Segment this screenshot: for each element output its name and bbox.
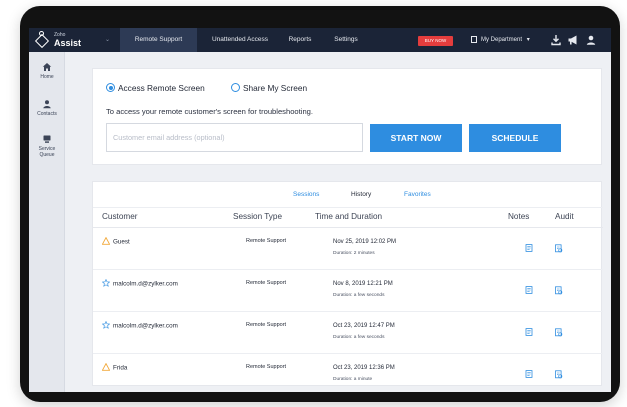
session-duration: Duration: a minute [333,377,373,382]
table-row[interactable]: Frida Remote Support Oct 23, 2019 12:36 … [93,354,603,392]
radio-access-remote-screen[interactable]: Access Remote Screen [106,82,205,94]
customer-cell: malcolm.d@zylker.com [102,321,178,330]
radio-share-my-screen[interactable]: Share My Screen [231,82,307,94]
sidebar-item-label: Contacts [37,111,57,117]
column-header-audit: Audit [555,212,574,221]
table-row[interactable]: Guest Remote Support Nov 25, 2019 12:02 … [93,228,603,270]
notes-icon[interactable] [525,328,533,336]
session-time: Nov 8, 2019 12:21 PM [333,281,393,287]
audit-icon[interactable] [554,286,563,295]
queue-icon [43,135,51,143]
buy-now-button[interactable]: BUY NOW [418,36,453,46]
chevron-down-icon[interactable]: ⌄ [105,36,110,43]
audit-icon[interactable] [554,370,563,379]
tab-history[interactable]: History [351,191,371,198]
app-screen: Zoho Assist ⌄ Remote Support Unattended … [29,28,611,392]
contacts-icon [43,100,51,109]
start-now-button[interactable]: START NOW [370,124,462,152]
sidebar-item-contacts[interactable]: Contacts [29,99,65,117]
customer-cell: Guest [102,237,130,246]
session-history-card: Sessions History Favorites Customer Sess… [92,181,603,386]
sidebar-item-label: Service Queue [38,146,56,158]
building-icon [471,35,477,43]
device-frame: Zoho Assist ⌄ Remote Support Unattended … [20,6,620,402]
tab-sessions[interactable]: Sessions [293,191,319,198]
customer-name: Guest [113,238,130,246]
star-icon[interactable] [102,321,110,329]
session-duration: Duration: a few seconds [333,293,385,298]
session-time: Oct 23, 2019 12:47 PM [333,323,395,329]
sidebar-item-service-queue[interactable]: Service Queue [29,134,65,158]
warning-icon [102,363,110,371]
department-chevron-icon: ▾ [526,37,530,43]
logo-assist-text: Assist [54,38,82,48]
top-nav-bar: Zoho Assist ⌄ Remote Support Unattended … [29,28,611,52]
schedule-button[interactable]: SCHEDULE [469,124,561,152]
sidebar-item-label: Home [40,74,54,80]
column-header-customer: Customer [102,212,138,221]
tab-reports[interactable]: Reports [280,28,320,52]
tab-favorites[interactable]: Favorites [404,191,431,198]
home-icon [42,63,52,71]
department-selector[interactable]: My Department ▾ [471,28,530,52]
customer-name: malcolm.d@zylker.com [113,322,178,330]
left-sidebar: Home Contacts Service Queue [29,52,65,392]
customer-name: Frida [113,364,128,372]
session-type-cell: Remote Support [246,322,287,328]
radio-selected-icon [106,83,115,93]
tab-remote-support[interactable]: Remote Support [120,28,197,52]
notes-icon[interactable] [525,244,533,252]
column-header-session-type: Session Type [233,212,283,221]
audit-icon[interactable] [554,244,563,253]
table-row[interactable]: malcolm.d@zylker.com Remote Support Nov … [93,270,603,312]
customer-cell: malcolm.d@zylker.com [102,279,178,288]
zoho-assist-logo[interactable]: Zoho Assist [34,30,95,50]
sidebar-item-home[interactable]: Home [29,62,65,80]
megaphone-icon[interactable] [567,34,579,46]
session-type-cell: Remote Support [246,364,287,370]
session-duration: Duration: 2 minutes [333,251,375,256]
warning-icon [102,237,110,245]
customer-email-input[interactable] [106,123,363,152]
session-type-cell: Remote Support [246,238,287,244]
session-time: Oct 23, 2019 12:36 PM [333,365,395,371]
table-row[interactable]: malcolm.d@zylker.com Remote Support Oct … [93,312,603,354]
radio-unselected-icon [231,83,240,93]
session-start-card: Access Remote Screen Share My Screen To … [92,68,602,165]
tabs-divider [93,207,603,208]
session-time: Nov 25, 2019 12:02 PM [333,239,397,245]
audit-icon[interactable] [554,328,563,337]
customer-cell: Frida [102,363,128,372]
session-description: To access your remote customer's screen … [106,107,313,116]
column-header-notes: Notes [508,212,530,221]
customer-name: malcolm.d@zylker.com [113,280,178,288]
star-icon[interactable] [102,279,110,287]
department-label: My Department [481,37,523,43]
notes-icon[interactable] [525,286,533,294]
download-icon[interactable] [550,34,562,46]
notes-icon[interactable] [525,370,533,378]
tab-unattended-access[interactable]: Unattended Access [201,28,279,52]
session-duration: Duration: a few seconds [333,335,385,340]
user-icon[interactable] [585,34,597,46]
radio-access-label: Access Remote Screen [118,83,205,93]
column-header-time-duration: Time and Duration [315,212,383,221]
session-type-cell: Remote Support [246,280,287,286]
radio-share-label: Share My Screen [243,83,308,93]
logo-diamond-icon [34,33,50,49]
tab-settings[interactable]: Settings [326,28,366,52]
